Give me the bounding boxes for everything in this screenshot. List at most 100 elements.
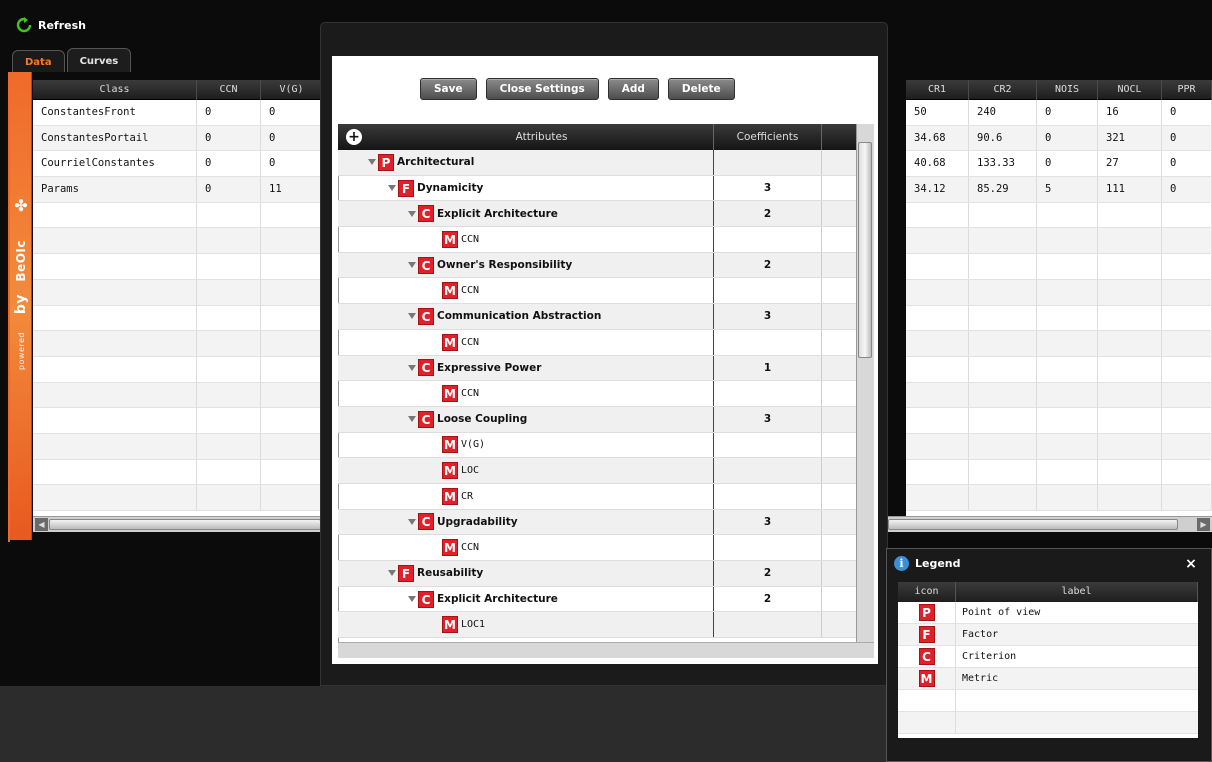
table-row[interactable] — [906, 382, 1212, 409]
coefficient-cell[interactable] — [714, 612, 822, 638]
close-icon[interactable]: × — [1183, 556, 1199, 572]
tree-row[interactable]: F Reusability 2 — [338, 561, 858, 587]
coefficient-cell[interactable] — [714, 483, 822, 509]
tab-data[interactable]: Data — [12, 50, 65, 74]
tree-row[interactable]: M CCN — [338, 381, 858, 407]
table-row[interactable] — [906, 356, 1212, 383]
table-row[interactable] — [33, 228, 323, 255]
expand-triangle-icon[interactable] — [388, 185, 396, 192]
table-row[interactable] — [906, 485, 1212, 511]
column-header[interactable]: Class — [33, 80, 197, 100]
column-header[interactable]: CR2 — [969, 80, 1037, 100]
table-row[interactable] — [33, 485, 323, 511]
coefficient-cell[interactable] — [714, 227, 822, 252]
expand-triangle-icon[interactable] — [368, 159, 376, 166]
table-row[interactable] — [33, 408, 323, 434]
table-row[interactable] — [906, 433, 1212, 460]
tree-row[interactable]: C Communication Abstraction 3 — [338, 304, 858, 330]
column-header[interactable]: PPR — [1162, 80, 1212, 100]
scroll-thumb[interactable] — [858, 142, 872, 358]
refresh-button[interactable]: Refresh — [16, 14, 86, 36]
coefficient-cell[interactable] — [714, 381, 822, 406]
add-row-button[interactable]: + — [338, 124, 370, 150]
coefficient-cell[interactable] — [714, 278, 822, 304]
tree-row[interactable]: M LOC — [338, 458, 858, 484]
table-row[interactable] — [906, 202, 1212, 229]
expand-triangle-icon[interactable] — [388, 570, 396, 577]
tree-row[interactable]: C Expressive Power 1 — [338, 355, 858, 382]
table-row[interactable]: 50 240 0 16 0 — [906, 100, 1212, 126]
column-header[interactable]: NOCL — [1098, 80, 1162, 100]
table-row[interactable]: ConstantesPortail 0 0 — [33, 125, 323, 152]
column-header-attributes[interactable]: Attributes — [370, 124, 714, 150]
column-header[interactable]: CR1 — [906, 80, 969, 100]
delete-button[interactable]: Delete — [667, 78, 735, 100]
expand-triangle-icon[interactable] — [408, 416, 416, 423]
tree-row[interactable]: M LOC1 — [338, 612, 858, 639]
table-row[interactable]: 40.68 133.33 0 27 0 — [906, 151, 1212, 178]
expand-triangle-icon[interactable] — [408, 518, 416, 525]
tree-row[interactable]: P Architectural — [338, 150, 858, 176]
coefficient-cell[interactable]: 2 — [714, 561, 822, 586]
table-row[interactable] — [33, 305, 323, 332]
tree-row[interactable]: C Explicit Architecture 2 — [338, 586, 858, 613]
column-header[interactable]: CCN — [197, 80, 261, 100]
tree-row[interactable]: F Dynamicity 3 — [338, 175, 858, 202]
table-row[interactable] — [906, 459, 1212, 486]
tree-row[interactable]: M CCN — [338, 278, 858, 305]
horizontal-scrollbar[interactable] — [338, 642, 874, 658]
tree-row[interactable]: C Upgradability 3 — [338, 509, 858, 536]
coefficient-cell[interactable]: 1 — [714, 355, 822, 381]
coefficient-cell[interactable] — [714, 150, 822, 175]
tree-row[interactable]: C Owner's Responsibility 2 — [338, 252, 858, 279]
close-settings-button[interactable]: Close Settings — [485, 78, 599, 100]
scroll-left-icon[interactable]: ◀ — [35, 518, 48, 531]
table-row[interactable] — [33, 254, 323, 280]
table-row[interactable] — [33, 202, 323, 229]
table-row[interactable] — [33, 279, 323, 306]
coefficient-cell[interactable]: 3 — [714, 304, 822, 329]
table-row[interactable]: ConstantesFront 0 0 — [33, 100, 323, 126]
expand-triangle-icon[interactable] — [408, 313, 416, 320]
tab-curves[interactable]: Curves — [66, 48, 132, 74]
scroll-thumb[interactable] — [49, 519, 321, 530]
table-row[interactable]: 34.12 85.29 5 111 0 — [906, 177, 1212, 203]
scroll-thumb[interactable] — [888, 519, 1178, 530]
table-row[interactable] — [906, 228, 1212, 255]
table-row[interactable]: CourrielConstantes 0 0 — [33, 151, 323, 178]
table-row[interactable] — [906, 254, 1212, 280]
table-row[interactable] — [906, 408, 1212, 434]
table-row[interactable] — [33, 382, 323, 409]
tree-row[interactable]: C Explicit Architecture 2 — [338, 201, 858, 228]
coefficient-cell[interactable]: 3 — [714, 406, 822, 432]
expand-triangle-icon[interactable] — [408, 364, 416, 371]
tree-row[interactable]: M CCN — [338, 535, 858, 561]
tree-row[interactable]: C Loose Coupling 3 — [338, 406, 858, 433]
coefficient-cell[interactable]: 2 — [714, 201, 822, 227]
coefficient-cell[interactable] — [714, 458, 822, 483]
coefficient-cell[interactable]: 2 — [714, 252, 822, 278]
coefficient-cell[interactable] — [714, 329, 822, 355]
coefficient-cell[interactable]: 3 — [714, 509, 822, 535]
table-row[interactable]: Params 0 11 — [33, 177, 323, 203]
column-header[interactable]: NOIS — [1037, 80, 1098, 100]
column-header[interactable]: V(G) — [261, 80, 323, 100]
coefficient-cell[interactable] — [714, 432, 822, 458]
expand-triangle-icon[interactable] — [408, 210, 416, 217]
table-row[interactable] — [906, 331, 1212, 357]
expand-triangle-icon[interactable] — [408, 262, 416, 269]
horizontal-scrollbar[interactable]: ▶ — [888, 516, 1212, 532]
coefficient-cell[interactable]: 2 — [714, 586, 822, 612]
table-row[interactable]: 34.68 90.6 0 321 0 — [906, 125, 1212, 152]
column-header-coefficients[interactable]: Coefficients — [714, 124, 822, 150]
coefficient-cell[interactable] — [714, 535, 822, 560]
tree-row[interactable]: M CR — [338, 483, 858, 510]
tree-row[interactable]: M CCN — [338, 227, 858, 253]
coefficient-cell[interactable]: 3 — [714, 175, 822, 201]
table-row[interactable] — [906, 305, 1212, 332]
save-button[interactable]: Save — [420, 78, 477, 100]
tree-row[interactable]: M CCN — [338, 329, 858, 356]
table-row[interactable] — [33, 331, 323, 357]
table-row[interactable] — [906, 279, 1212, 306]
add-button[interactable]: Add — [607, 78, 659, 100]
